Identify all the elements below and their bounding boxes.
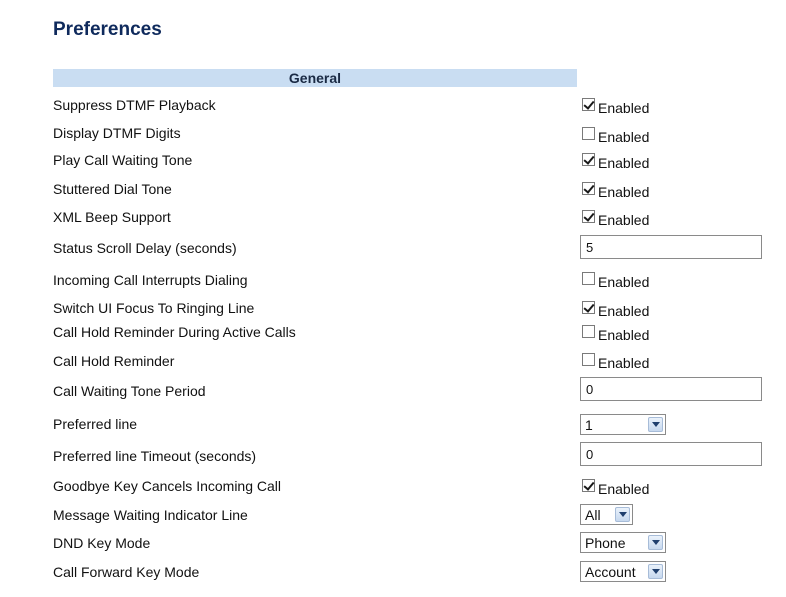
xml-beep-support-checkbox[interactable]: Enabled	[582, 207, 649, 228]
checkbox-label: Enabled	[598, 100, 650, 116]
checkbox-box[interactable]	[582, 209, 595, 223]
stuttered-dial-tone-checkbox[interactable]: Enabled	[582, 179, 649, 200]
checkbox-label: Enabled	[598, 274, 650, 290]
checkbox-box[interactable]	[582, 152, 595, 166]
checkbox-box[interactable]	[582, 352, 595, 366]
checkbox-label: Enabled	[598, 184, 650, 200]
suppress-dtmf-checkbox[interactable]: Enabled	[582, 95, 649, 116]
play-call-waiting-tone-label: Play Call Waiting Tone	[53, 152, 193, 168]
display-dtmf-checkbox[interactable]: Enabled	[582, 124, 649, 145]
mwi-line-value: All	[585, 506, 601, 523]
checkbox-label: Enabled	[598, 355, 650, 371]
preferred-line-label: Preferred line	[53, 416, 138, 432]
status-scroll-delay-label: Status Scroll Delay (seconds)	[53, 240, 237, 256]
checkbox-box[interactable]	[582, 478, 595, 492]
call-waiting-tone-period-input[interactable]	[580, 377, 762, 401]
checkbox-label: Enabled	[598, 155, 650, 171]
dnd-key-mode-select[interactable]: Phone	[580, 532, 666, 553]
call-hold-reminder-checkbox[interactable]: Enabled	[582, 350, 649, 371]
display-dtmf-label: Display DTMF Digits	[53, 125, 181, 141]
call-forward-key-mode-label: Call Forward Key Mode	[53, 564, 200, 580]
suppress-dtmf-label: Suppress DTMF Playback	[53, 97, 216, 113]
xml-beep-support-label: XML Beep Support	[53, 209, 171, 225]
checkbox-box[interactable]	[582, 126, 595, 140]
preferred-line-select[interactable]: 1	[580, 414, 666, 435]
call-hold-reminder-label: Call Hold Reminder	[53, 353, 175, 369]
call-hold-reminder-active-label: Call Hold Reminder During Active Calls	[53, 324, 296, 340]
chevron-down-icon[interactable]	[648, 564, 663, 579]
checkbox-label: Enabled	[598, 303, 650, 319]
switch-ui-focus-label: Switch UI Focus To Ringing Line	[53, 300, 255, 316]
play-call-waiting-tone-checkbox[interactable]: Enabled	[582, 150, 649, 171]
switch-ui-focus-checkbox[interactable]: Enabled	[582, 298, 649, 319]
goodbye-key-cancels-checkbox[interactable]: Enabled	[582, 476, 649, 497]
checkbox-label: Enabled	[598, 212, 650, 228]
dnd-key-mode-value: Phone	[585, 534, 626, 551]
status-scroll-delay-input[interactable]	[580, 235, 762, 259]
mwi-line-select[interactable]: All	[580, 504, 633, 525]
incoming-call-interrupts-label: Incoming Call Interrupts Dialing	[53, 272, 248, 288]
checkbox-box[interactable]	[582, 181, 595, 195]
chevron-down-icon[interactable]	[648, 535, 663, 550]
call-forward-key-mode-select[interactable]: Account	[580, 561, 666, 582]
preferred-line-timeout-label: Preferred line Timeout (seconds)	[53, 448, 257, 464]
preferred-line-timeout-input[interactable]	[580, 442, 762, 466]
checkbox-box[interactable]	[582, 97, 595, 111]
dnd-key-mode-label: DND Key Mode	[53, 535, 151, 551]
call-waiting-tone-period-label: Call Waiting Tone Period	[53, 383, 206, 399]
chevron-down-icon[interactable]	[648, 417, 663, 432]
call-forward-key-mode-value: Account	[585, 563, 636, 580]
incoming-call-interrupts-checkbox[interactable]: Enabled	[582, 269, 649, 290]
checkbox-box[interactable]	[582, 271, 595, 285]
checkbox-box[interactable]	[582, 300, 595, 314]
checkbox-label: Enabled	[598, 481, 650, 497]
chevron-down-icon[interactable]	[615, 507, 630, 522]
preferred-line-value: 1	[585, 416, 593, 433]
stuttered-dial-tone-label: Stuttered Dial Tone	[53, 181, 172, 197]
checkbox-label: Enabled	[598, 129, 650, 145]
checkbox-label: Enabled	[598, 327, 650, 343]
goodbye-key-cancels-label: Goodbye Key Cancels Incoming Call	[53, 478, 282, 494]
section-header-general: General	[53, 69, 577, 87]
call-hold-reminder-active-checkbox[interactable]: Enabled	[582, 322, 649, 343]
checkbox-box[interactable]	[582, 324, 595, 338]
mwi-line-label: Message Waiting Indicator Line	[53, 507, 248, 523]
page-title: Preferences	[53, 19, 162, 40]
